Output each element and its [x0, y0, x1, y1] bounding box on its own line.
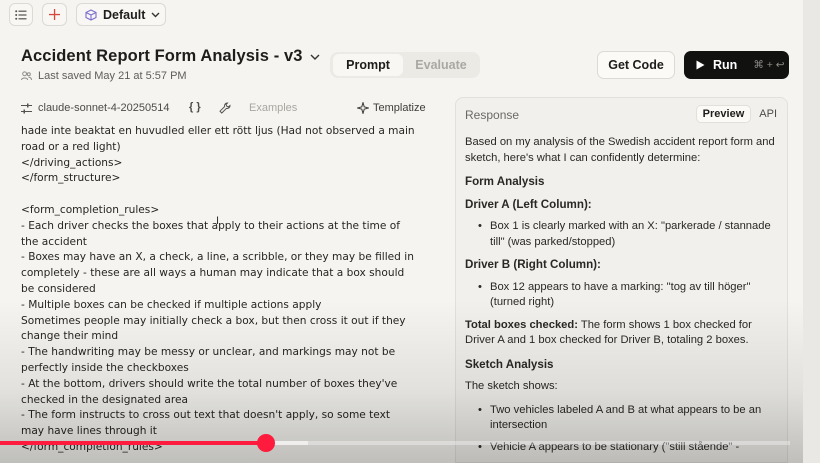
response-intro: Based on my analysis of the Swedish acci…	[465, 136, 775, 164]
response-tabs: Preview API	[695, 105, 777, 123]
sketch-intro: The sketch shows:	[465, 380, 558, 392]
tab-api[interactable]: API	[759, 108, 777, 120]
tab-preview[interactable]: Preview	[695, 105, 752, 123]
prompt-line	[21, 187, 433, 203]
prompt-line: may have lines through it	[21, 425, 157, 438]
top-bar: Default	[0, 0, 803, 29]
run-shortcut: ⌘ + ↩	[753, 59, 785, 71]
prompt-line: - The form instructs to cross out text t…	[21, 409, 391, 422]
last-saved-text: Last saved May 21 at 5:57 PM	[38, 70, 187, 82]
workspace-selector[interactable]: Default	[76, 3, 166, 26]
prompt-toolbar: claude-sonnet-4-20250514 { } Examples Te…	[21, 98, 433, 118]
tab-evaluate[interactable]: Evaluate	[406, 54, 476, 76]
run-button[interactable]: Run ⌘ + ↩	[684, 51, 789, 79]
driver-b-list: Box 12 appears to have a marking: "tog a…	[478, 280, 783, 311]
last-saved-status: Last saved May 21 at 5:57 PM	[21, 70, 187, 82]
prompt-line: </driving_actions>	[21, 156, 123, 169]
prompt-line: road or a red light)	[21, 140, 121, 153]
get-code-button[interactable]: Get Code	[597, 51, 675, 79]
driver-a-list: Box 1 is clearly marked with an X: "park…	[478, 219, 783, 250]
prompt-line: - Each driver checks the boxes that appl…	[21, 219, 400, 232]
list-icon	[15, 9, 27, 20]
prompt-line: </form_structure>	[21, 172, 121, 185]
title-row: Accident Report Form Analysis - v3	[21, 47, 320, 66]
chevron-down-icon	[151, 12, 160, 17]
prompt-line: - Boxes may have an X, a check, a line, …	[21, 251, 414, 264]
total-boxes-paragraph: Total boxes checked: The form shows 1 bo…	[465, 318, 783, 349]
sidebar-toggle-button[interactable]	[9, 3, 33, 26]
workspace-name: Default	[103, 7, 146, 22]
examples-button[interactable]: Examples	[249, 102, 297, 114]
list-item: Box 1 is clearly marked with an X: "park…	[478, 219, 783, 250]
play-icon	[696, 60, 705, 70]
prompt-line: checked in the designated area	[21, 393, 189, 406]
prompt-line: the accident	[21, 235, 87, 248]
prompt-line: - Multiple boxes can be checked if multi…	[21, 298, 322, 311]
prompt-line: hade inte beaktat en huvudled eller ett …	[21, 125, 415, 137]
wrench-icon[interactable]	[219, 102, 231, 114]
chevron-down-icon[interactable]	[310, 54, 320, 60]
prompt-line: <form_completion_rules>	[21, 203, 160, 216]
plus-icon	[49, 9, 60, 20]
list-item: Box 12 appears to have a marking: "tog a…	[478, 280, 783, 311]
response-panel: Response Preview API Based on my analysi…	[455, 97, 788, 463]
sketch-analysis-heading: Sketch Analysis	[465, 357, 554, 371]
driver-a-heading: Driver A (Left Column):	[465, 197, 592, 211]
page-title[interactable]: Accident Report Form Analysis - v3	[21, 47, 303, 66]
run-label: Run	[713, 58, 738, 72]
prompt-line: change their mind	[21, 330, 119, 343]
video-played-bar	[0, 441, 267, 445]
text-cursor-icon: I	[216, 215, 220, 227]
list-item: Two vehicles labeled A and B at what app…	[478, 403, 783, 434]
prompt-line: be considered	[21, 282, 96, 295]
cube-icon	[85, 8, 97, 21]
response-content: Based on my analysis of the Swedish acci…	[465, 135, 783, 462]
prompt-line: - The handwriting may be messy or unclea…	[21, 346, 396, 359]
model-selector[interactable]: claude-sonnet-4-20250514	[38, 102, 170, 114]
sliders-icon[interactable]	[21, 103, 32, 114]
prompt-line: perfectly inside the checkboxes	[21, 361, 189, 374]
templatize-label: Templatize	[373, 102, 426, 114]
prompt-line: Sometimes people may initially check a b…	[21, 314, 406, 327]
prompt-editor[interactable]: hade inte beaktat en huvudled eller ett …	[21, 124, 433, 463]
prompt-line: - At the bottom, drivers should write th…	[21, 377, 398, 390]
users-icon	[21, 71, 32, 81]
total-boxes-label: Total boxes checked:	[465, 318, 578, 331]
variables-button[interactable]: { }	[189, 101, 201, 113]
driver-b-heading: Driver B (Right Column):	[465, 258, 601, 271]
form-analysis-heading: Form Analysis	[465, 175, 545, 188]
tab-prompt[interactable]: Prompt	[333, 54, 403, 76]
app-window: Default Accident Report Form Analysis - …	[0, 0, 803, 463]
response-header: Response	[465, 108, 520, 122]
sparkle-icon	[357, 102, 369, 114]
new-prompt-button[interactable]	[42, 3, 67, 26]
sketch-list: Two vehicles labeled A and B at what app…	[478, 403, 783, 456]
mode-toggle: Prompt Evaluate	[330, 52, 480, 78]
templatize-button[interactable]: Templatize	[357, 102, 426, 114]
video-progress-bar[interactable]	[0, 434, 790, 452]
prompt-line: completely - these are all ways a human …	[21, 267, 405, 280]
